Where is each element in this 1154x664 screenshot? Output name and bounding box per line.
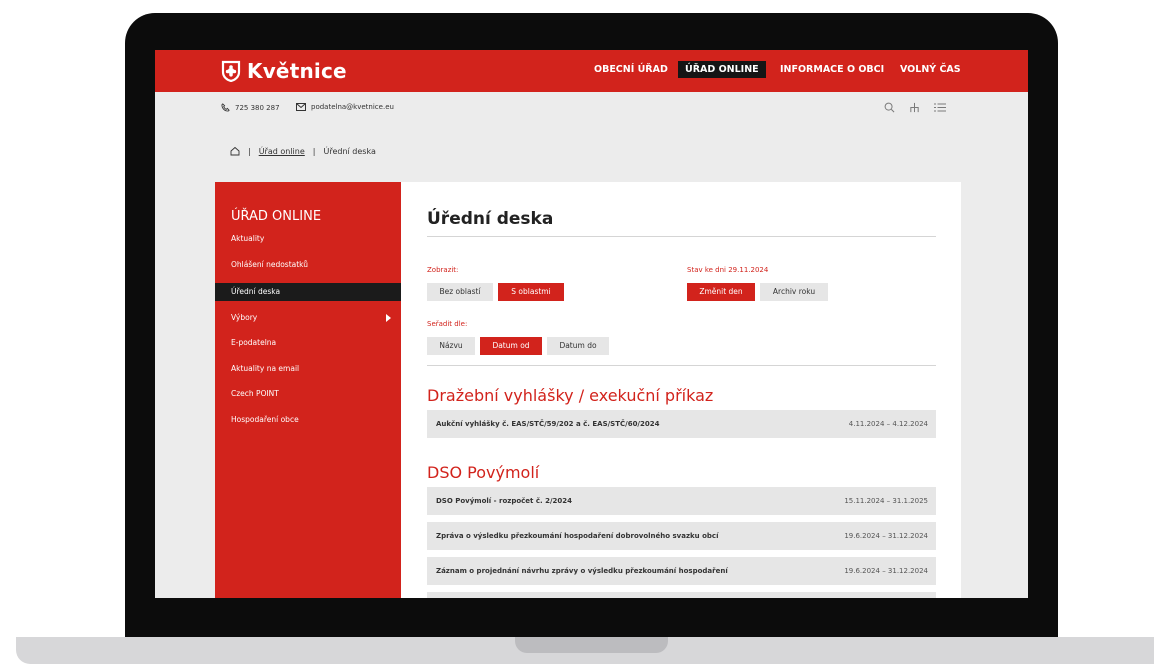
- filter-s-oblastmi-button[interactable]: S oblastmi: [498, 283, 564, 301]
- nav-volny-cas[interactable]: VOLNÝ ČAS: [900, 64, 961, 75]
- notice-dates: 19.6.2024 – 31.12.2024: [844, 567, 928, 575]
- notice-dates: 15.11.2024 – 31.1.2025: [844, 497, 928, 505]
- divider: [427, 365, 936, 366]
- sidebar-item-vybory[interactable]: Výbory: [215, 309, 401, 327]
- notice-row[interactable]: Zpráva o výsledku přezkoumání hospodařen…: [427, 522, 936, 550]
- email-address: podatelna@kvetnice.eu: [311, 103, 394, 111]
- home-icon[interactable]: [230, 146, 240, 156]
- mail-icon: [296, 103, 306, 111]
- notice-row[interactable]: Aukční vyhlášky č. EAS/STČ/59/202 a č. E…: [427, 410, 936, 438]
- breadcrumb-current: Úřední deska: [323, 146, 376, 156]
- section-title-dso-povymoli: DSO Povýmolí: [427, 463, 540, 482]
- phone-icon: [221, 103, 230, 112]
- sidebar-item-aktuality-na-email[interactable]: Aktuality na email: [215, 360, 401, 378]
- sort-by-name-button[interactable]: Názvu: [427, 337, 475, 355]
- filter-bez-oblasti-button[interactable]: Bez oblastí: [427, 283, 493, 301]
- sidebar-title: ÚŘAD ONLINE: [231, 209, 322, 224]
- year-archive-button[interactable]: Archiv roku: [760, 283, 828, 301]
- laptop-notch: [515, 637, 668, 653]
- search-icon[interactable]: [884, 102, 895, 113]
- sidebar-item-czech-point[interactable]: Czech POINT: [215, 385, 401, 403]
- shield-logo-icon: [221, 60, 241, 82]
- notice-title: Aukční vyhlášky č. EAS/STČ/59/202 a č. E…: [436, 420, 660, 428]
- sidebar-item-uredni-deska[interactable]: Úřední deska: [215, 283, 401, 301]
- brand-name: Květnice: [247, 59, 347, 83]
- sort-by-date-from-button[interactable]: Datum od: [480, 337, 542, 355]
- main-content: Úřední deska Zobrazit: Bez oblastí S obl…: [401, 182, 961, 598]
- notice-dates: 19.6.2024 – 31.12.2024: [844, 532, 928, 540]
- sidebar-item-e-podatelna[interactable]: E-podatelna: [215, 334, 401, 352]
- breadcrumb: | Úřad online | Úřední deska: [230, 146, 376, 156]
- nav-obecni-urad[interactable]: OBECNÍ ÚŘAD: [594, 64, 668, 75]
- notice-dates: 4.11.2024 – 4.12.2024: [848, 420, 928, 428]
- change-day-button[interactable]: Změnit den: [687, 283, 755, 301]
- notice-row[interactable]: DSO Povýmolí - rozpočet č. 2/2024 15.11.…: [427, 487, 936, 515]
- breadcrumb-separator: |: [248, 146, 251, 156]
- top-navigation-bar: Květnice OBECNÍ ÚŘAD ÚŘAD ONLINE INFORMA…: [155, 50, 1028, 92]
- sort-by-date-to-button[interactable]: Datum do: [547, 337, 609, 355]
- contact-phone[interactable]: 725 380 287: [221, 103, 280, 112]
- notice-title: DSO Povýmolí - rozpočet č. 2/2024: [436, 497, 572, 505]
- sidebar: ÚŘAD ONLINE Aktuality Ohlášení nedostatk…: [215, 182, 401, 598]
- notice-row[interactable]: Záznam o projednání návrhu zprávy o výsl…: [427, 557, 936, 585]
- breadcrumb-link-urad-online[interactable]: Úřad online: [259, 147, 305, 156]
- sidebar-item-aktuality[interactable]: Aktuality: [215, 230, 401, 248]
- submenu-arrow-icon: [386, 314, 391, 322]
- sitemap-icon[interactable]: [909, 102, 920, 113]
- state-date-label: Stav ke dni 29.11.2024: [687, 266, 769, 274]
- contact-email[interactable]: podatelna@kvetnice.eu: [296, 103, 394, 111]
- list-menu-icon[interactable]: [934, 102, 946, 113]
- section-title-drazebni-vyhlasky: Dražební vyhlášky / exekuční příkaz: [427, 386, 714, 405]
- notice-title: Záznam o projednání návrhu zprávy o výsl…: [436, 567, 728, 575]
- laptop-screen: Květnice OBECNÍ ÚŘAD ÚŘAD ONLINE INFORMA…: [155, 50, 1028, 598]
- phone-number: 725 380 287: [235, 103, 280, 112]
- sidebar-item-ohlaseni-nedostatku[interactable]: Ohlášení nedostatků: [215, 256, 401, 274]
- page-title: Úřední deska: [427, 209, 554, 229]
- nav-urad-online[interactable]: ÚŘAD ONLINE: [678, 61, 766, 78]
- sidebar-item-hospodareni-obce[interactable]: Hospodaření obce: [215, 411, 401, 429]
- breadcrumb-separator: |: [312, 146, 316, 156]
- sidebar-item-label: Výbory: [231, 313, 258, 322]
- show-label: Zobrazit:: [427, 266, 459, 274]
- site-logo[interactable]: Květnice: [221, 59, 347, 83]
- sort-label: Seřadit dle:: [427, 320, 468, 328]
- divider: [427, 236, 936, 237]
- nav-informace-o-obci[interactable]: INFORMACE O OBCI: [780, 64, 884, 75]
- notice-title: Zpráva o výsledku přezkoumání hospodařen…: [436, 532, 719, 540]
- notice-row-partial[interactable]: [427, 592, 936, 598]
- header-tools: [884, 102, 946, 113]
